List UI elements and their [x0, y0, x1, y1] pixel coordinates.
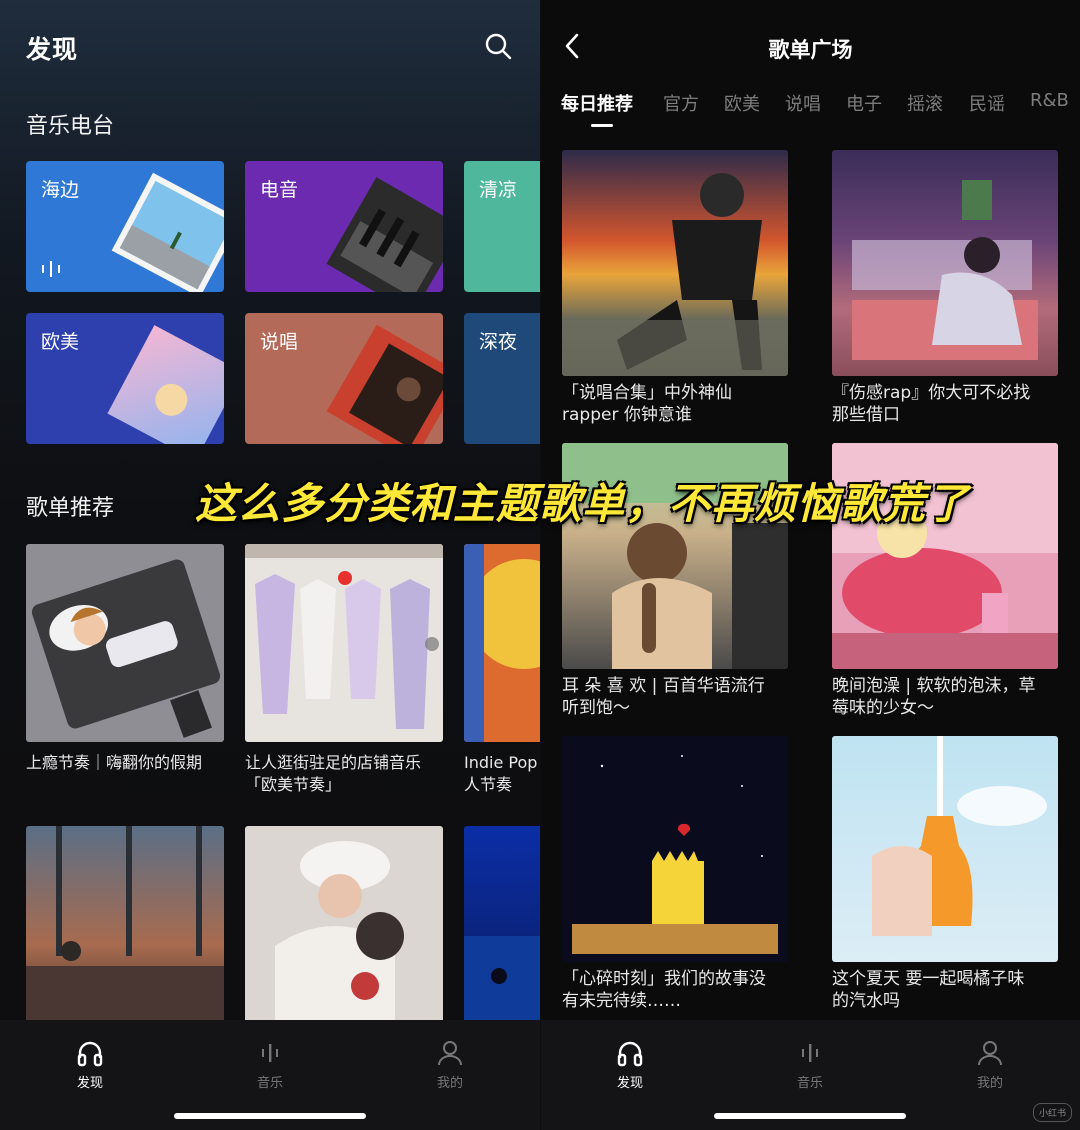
- electronic-album-art: [326, 177, 443, 292]
- discover-screen: 发现 音乐电台 海边 电音 清凉 欧美 说唱 深夜 歌单推荐 上瘾节奏｜嗨翻你的…: [0, 0, 540, 1130]
- tab-official[interactable]: 官方: [663, 90, 699, 116]
- music-bars-icon: [802, 1044, 818, 1062]
- playlist-section-title: 歌单推荐: [26, 496, 115, 521]
- wedding-couple-art: [275, 841, 404, 1024]
- radio-tile-electronic[interactable]: 电音: [245, 161, 443, 292]
- tab-label: 发现: [616, 1076, 643, 1091]
- radio-tile-label: 清凉: [479, 179, 518, 201]
- playlist-cover[interactable]: [464, 826, 540, 1024]
- overlay-caption: 这么多分类和主题歌单，不再烦恼歌荒了: [195, 479, 970, 528]
- night-sea-art: [464, 936, 540, 1024]
- user-icon: [978, 1041, 1002, 1066]
- bottom-tab-bar: 发现 音乐 我的: [541, 1020, 1080, 1130]
- active-tab-indicator: [591, 124, 613, 127]
- playlist-caption: 上瘾节奏｜嗨翻你的假期: [26, 753, 203, 772]
- playlist-caption: 「心碎时刻」我们的故事没 有未完待续……: [562, 969, 766, 1011]
- page-title: 发现: [26, 35, 79, 64]
- headphones-icon: [617, 1041, 643, 1067]
- playlist-cover[interactable]: [245, 544, 443, 742]
- playlist-cover[interactable]: [26, 544, 224, 742]
- home-indicator: [174, 1113, 366, 1119]
- playlist-cover[interactable]: [464, 544, 540, 742]
- playlist-cover[interactable]: [245, 826, 443, 1024]
- beach-album-art: [42, 172, 224, 292]
- playlist-cover[interactable]: [26, 826, 224, 1024]
- home-indicator: [714, 1113, 906, 1119]
- playlist-cover[interactable]: [562, 150, 788, 376]
- search-icon[interactable]: [484, 32, 512, 64]
- headphones-icon: [77, 1041, 103, 1067]
- playlist-caption: 这个夏天 要一起喝橘子味 的汽水吗: [832, 969, 1025, 1011]
- playlist-caption: 『伤感rap』你大可不必找 那些借口: [832, 383, 1031, 425]
- tab-label: 音乐: [256, 1076, 283, 1091]
- radio-tile-cool[interactable]: 清凉: [464, 161, 540, 292]
- playlist-caption: 「说唱合集」中外神仙 rapper 你钟意谁: [562, 383, 732, 425]
- music-bars-icon: [262, 1044, 278, 1062]
- playlist-square-screen: 歌单广场 每日推荐 官方 欧美 说唱 电子 摇滚 民谣 R&B 「说唱合集」中外…: [541, 0, 1080, 1130]
- tab-mine[interactable]: 我的: [950, 1038, 1030, 1091]
- tab-label: 我的: [436, 1076, 463, 1091]
- indie-pop-art: [464, 544, 540, 742]
- radio-tile-beach[interactable]: 海边: [26, 161, 224, 292]
- radio-tile-late-night[interactable]: 深夜: [464, 313, 540, 444]
- western-album-art: [107, 325, 224, 444]
- playlist-cover[interactable]: [562, 736, 788, 962]
- rapper-art: [562, 173, 788, 376]
- radio-section-title: 音乐电台: [26, 114, 115, 139]
- tab-electronic[interactable]: 电子: [846, 90, 882, 116]
- playlist-caption: 晚间泡澡 | 软软的泡沫，草 莓味的少女～: [832, 676, 1036, 718]
- playlist-caption: Indie Pop 人节奏: [464, 753, 538, 794]
- tab-folk[interactable]: 民谣: [969, 90, 1005, 116]
- playlist-caption: 让人逛街驻足的店铺音乐 「欧美节奏」: [245, 753, 422, 794]
- tab-music[interactable]: 音乐: [770, 1038, 850, 1091]
- playlist-cover[interactable]: [832, 736, 1058, 962]
- radio-tile-label: 深夜: [479, 331, 518, 353]
- tab-rock[interactable]: 摇滚: [907, 90, 943, 116]
- tab-discover[interactable]: 发现: [590, 1038, 670, 1091]
- tab-rap[interactable]: 说唱: [785, 90, 821, 116]
- bottom-tab-bar: 发现 音乐 我的: [0, 1020, 540, 1130]
- tab-label: 我的: [976, 1076, 1003, 1091]
- rainy-window-art: [26, 826, 224, 1024]
- radio-tile-western[interactable]: 欧美: [26, 313, 224, 444]
- sad-rap-art: [852, 180, 1038, 360]
- tab-daily-recommend[interactable]: 每日推荐: [561, 90, 633, 116]
- playlist-cover[interactable]: [832, 150, 1058, 376]
- orange-soda-art: [872, 736, 1047, 936]
- tab-label: 音乐: [796, 1076, 823, 1091]
- sleeping-girl-art: [31, 559, 221, 738]
- page-title: 歌单广场: [768, 38, 853, 62]
- tab-discover[interactable]: 发现: [50, 1038, 130, 1091]
- tab-mine[interactable]: 我的: [410, 1038, 490, 1091]
- tab-label: 发现: [76, 1076, 103, 1091]
- radio-tile-rap[interactable]: 说唱: [245, 313, 443, 444]
- tab-western[interactable]: 欧美: [724, 90, 760, 116]
- playlist-caption: 耳 朵 喜 欢 | 百首华语流行 听到饱～: [562, 676, 765, 718]
- heartbreak-art: [572, 755, 778, 954]
- user-icon: [438, 1041, 462, 1066]
- rap-album-art: [326, 324, 443, 444]
- tab-music[interactable]: 音乐: [230, 1038, 310, 1091]
- watermark: 小红书: [1032, 1103, 1072, 1122]
- clothing-store-art: [245, 544, 443, 729]
- tab-rnb[interactable]: R&B: [1030, 90, 1069, 111]
